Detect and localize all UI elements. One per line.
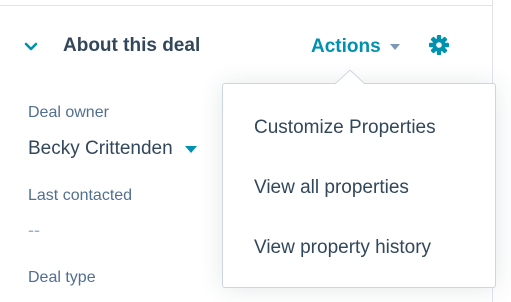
collapse-section-button[interactable] <box>22 40 40 54</box>
menu-item-view-all-properties[interactable]: View all properties <box>223 168 495 208</box>
actions-dropdown-button[interactable]: Actions <box>311 34 400 60</box>
last-contacted-label: Last contacted <box>28 187 133 204</box>
settings-button[interactable] <box>428 34 450 56</box>
deal-type-label: Deal type <box>28 269 96 286</box>
actions-label: Actions <box>311 36 381 57</box>
caret-down-icon <box>389 44 400 50</box>
deal-owner-label: Deal owner <box>28 104 109 121</box>
menu-item-customize-properties[interactable]: Customize Properties <box>223 108 495 148</box>
actions-dropdown-menu: Customize Properties View all properties… <box>222 83 496 288</box>
section-title: About this deal <box>63 35 201 56</box>
deal-owner-select[interactable]: Becky Crittenden <box>28 137 197 161</box>
top-divider <box>0 5 492 6</box>
chevron-down-icon <box>24 42 38 51</box>
menu-item-view-property-history[interactable]: View property history <box>223 228 495 268</box>
last-contacted-value: -- <box>28 220 40 240</box>
caret-down-icon <box>184 145 197 153</box>
deal-owner-value: Becky Crittenden <box>28 138 173 159</box>
deal-sidebar-panel: About this deal Actions Deal owner Becky <box>0 0 511 302</box>
gear-icon <box>429 35 449 55</box>
